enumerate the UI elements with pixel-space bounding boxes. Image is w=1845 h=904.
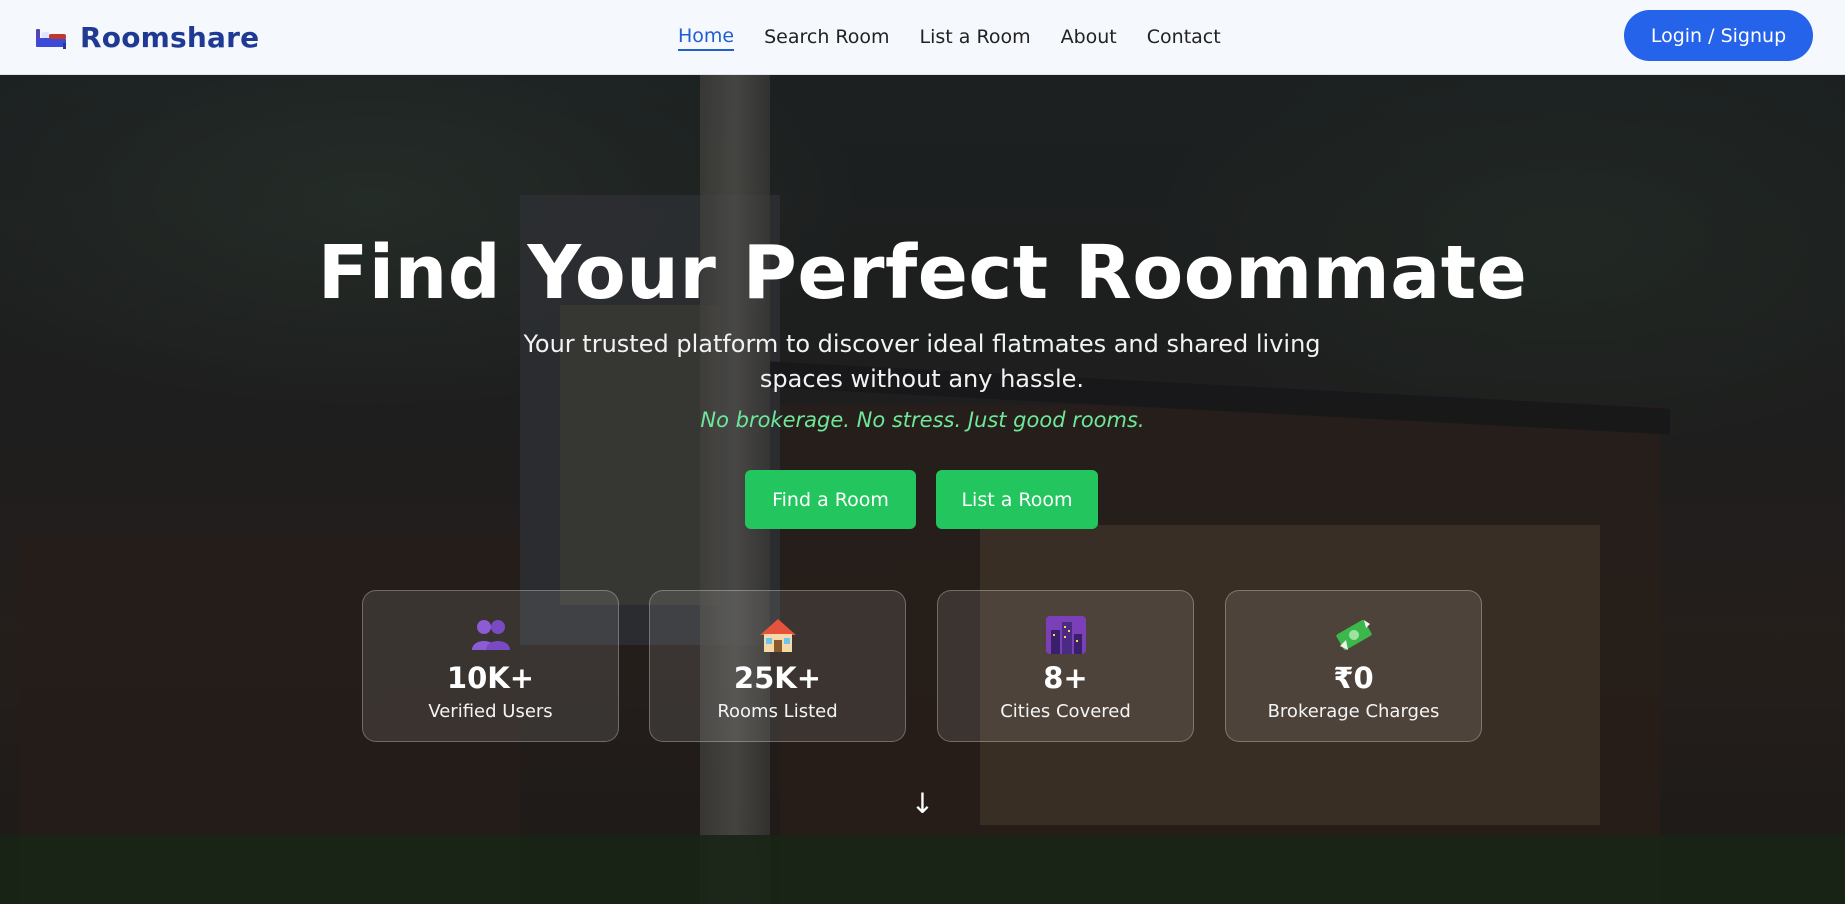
hero-subtitle: Your trusted platform to discover ideal …	[523, 330, 1321, 393]
stat-value: 25K+	[733, 661, 822, 695]
stat-card-cities: 8+ Cities Covered	[937, 590, 1194, 742]
house-icon	[759, 619, 796, 652]
nav-contact[interactable]: Contact	[1147, 26, 1221, 50]
login-signup-button[interactable]: Login / Signup	[1624, 10, 1813, 61]
hero-section: Find Your Perfect Roommate Your trusted …	[0, 75, 1845, 904]
nav-list-a-room[interactable]: List a Room	[920, 26, 1031, 50]
stat-value: 10K+	[446, 661, 535, 695]
stat-label: Rooms Listed	[717, 701, 838, 722]
top-navbar: Roomshare Home Search Room List a Room A…	[0, 0, 1845, 75]
stat-label: Cities Covered	[1000, 701, 1131, 722]
find-a-room-button[interactable]: Find a Room	[745, 470, 916, 529]
city-icon	[1045, 616, 1086, 654]
hero-tagline: No brokerage. No stress. Just good rooms…	[700, 408, 1145, 432]
stat-card-rooms: 25K+ Rooms Listed	[649, 590, 906, 742]
stats-row: 10K+ Verified Users 25K+ Rooms Listed 8+…	[362, 590, 1482, 742]
brand-logo[interactable]: Roomshare	[36, 0, 259, 75]
hero-overlay	[0, 75, 1845, 904]
stat-label: Brokerage Charges	[1267, 701, 1440, 722]
stat-card-brokerage: ₹0 Brokerage Charges	[1225, 590, 1482, 742]
nav-home[interactable]: Home	[678, 25, 735, 51]
bed-icon	[36, 27, 66, 49]
scroll-down-arrow-icon[interactable]: ↓	[0, 787, 1845, 820]
nav-about[interactable]: About	[1061, 26, 1117, 50]
stat-value: ₹0	[1333, 661, 1374, 695]
list-a-room-button[interactable]: List a Room	[936, 470, 1098, 529]
stat-value: 8+	[1043, 661, 1088, 695]
stat-card-users: 10K+ Verified Users	[362, 590, 619, 742]
main-nav: Home Search Room List a Room About Conta…	[678, 0, 1221, 75]
money-icon	[1335, 619, 1372, 651]
hero-title: Find Your Perfect Roommate	[317, 230, 1528, 316]
nav-search-room[interactable]: Search Room	[764, 26, 889, 50]
users-icon	[471, 620, 510, 650]
stat-label: Verified Users	[428, 701, 553, 722]
brand-name: Roomshare	[80, 21, 260, 54]
